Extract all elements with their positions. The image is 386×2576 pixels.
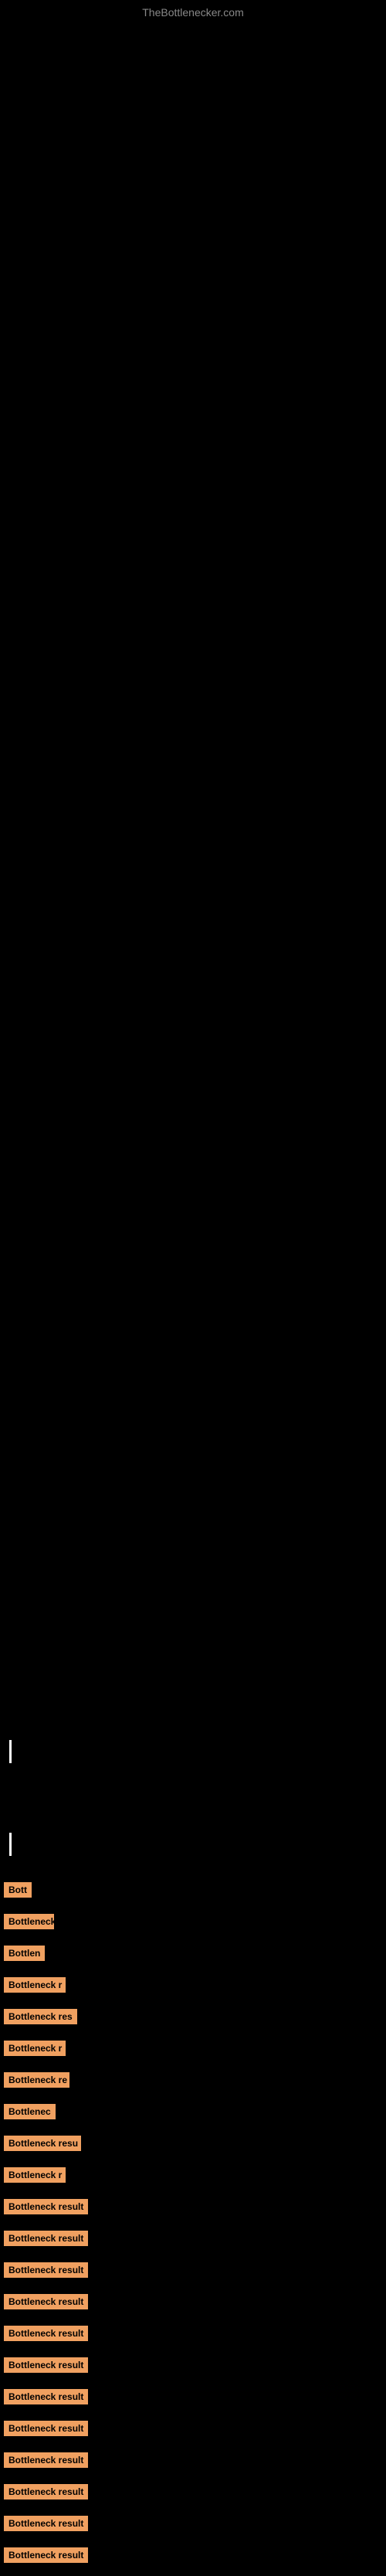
table-row: Bottleneck result <box>0 2323 386 2348</box>
table-row: Bottleneck res <box>0 2006 386 2031</box>
table-row: Bottleneck r <box>0 2164 386 2190</box>
bottleneck-badge[interactable]: Bottleneck result <box>4 2421 88 2436</box>
table-row: Bottleneck result <box>0 2354 386 2380</box>
bottleneck-badge[interactable]: Bottleneck r <box>4 2041 66 2056</box>
bottleneck-badge[interactable]: Bottleneck r <box>4 1977 66 1993</box>
table-row: Bottleneck result <box>0 2449 386 2475</box>
bottleneck-badge[interactable]: Bottleneck <box>4 1914 54 1929</box>
table-row: Bottleneck result <box>0 2418 386 2443</box>
bottleneck-badge[interactable]: Bottleneck result <box>4 2516 88 2531</box>
bottleneck-badge[interactable]: Bottleneck result <box>4 2231 88 2246</box>
bottleneck-badge[interactable]: Bottleneck result <box>4 2262 88 2278</box>
table-row: Bottleneck result <box>0 2291 386 2316</box>
vertical-bar-1 <box>9 1740 12 1763</box>
bottleneck-badge[interactable]: Bottleneck resu <box>4 2136 81 2151</box>
table-row: Bottleneck r <box>0 2037 386 2063</box>
bottleneck-badge[interactable]: Bottleneck re <box>4 2072 69 2088</box>
bottleneck-badge[interactable]: Bottleneck r <box>4 2167 66 2183</box>
table-row: Bottleneck result <box>0 2513 386 2538</box>
table-row: Bottleneck re <box>0 2069 386 2095</box>
section-divider-2 <box>0 1833 386 1856</box>
table-row: Bottleneck result <box>0 2196 386 2221</box>
table-row: Bottleneck result <box>0 2544 386 2570</box>
table-row: Bottleneck result <box>0 2386 386 2411</box>
vertical-bar-2 <box>9 1833 12 1856</box>
main-content-area <box>0 25 386 1725</box>
bottleneck-badge[interactable]: Bottleneck result <box>4 2484 88 2500</box>
bottleneck-badge[interactable]: Bottlen <box>4 1946 45 1961</box>
bottleneck-badge[interactable]: Bottleneck result <box>4 2357 88 2373</box>
bottleneck-badge[interactable]: Bottleneck res <box>4 2009 77 2024</box>
table-row: Bottleneck r <box>0 1974 386 2000</box>
bottleneck-badge[interactable]: Bottleneck result <box>4 2326 88 2341</box>
table-row: Bottlen <box>0 1942 386 1968</box>
table-row: Bott <box>0 1879 386 1905</box>
bottleneck-badge[interactable]: Bottleneck result <box>4 2547 88 2563</box>
results-list: Bott Bottleneck Bottlen Bottleneck r Bottlen… <box>0 1879 386 2570</box>
table-row: Bottleneck result <box>0 2259 386 2285</box>
table-row: Bottleneck result <box>0 2481 386 2506</box>
bottleneck-badge[interactable]: Bott <box>4 1882 32 1898</box>
site-title: TheBottlenecker.com <box>0 0 386 25</box>
bottleneck-badge[interactable]: Bottlenec <box>4 2104 56 2119</box>
bottleneck-badge[interactable]: Bottleneck result <box>4 2294 88 2309</box>
table-row: Bottlenec <box>0 2101 386 2126</box>
table-row: Bottleneck result <box>0 2228 386 2253</box>
bottleneck-badge[interactable]: Bottleneck result <box>4 2389 88 2404</box>
table-row: Bottleneck <box>0 1911 386 1936</box>
bottleneck-badge[interactable]: Bottleneck result <box>4 2452 88 2468</box>
bottleneck-results-container <box>0 1864 386 1879</box>
section-divider-1 <box>0 1740 386 1763</box>
bottleneck-badge[interactable]: Bottleneck result <box>4 2199 88 2214</box>
table-row: Bottleneck resu <box>0 2133 386 2158</box>
